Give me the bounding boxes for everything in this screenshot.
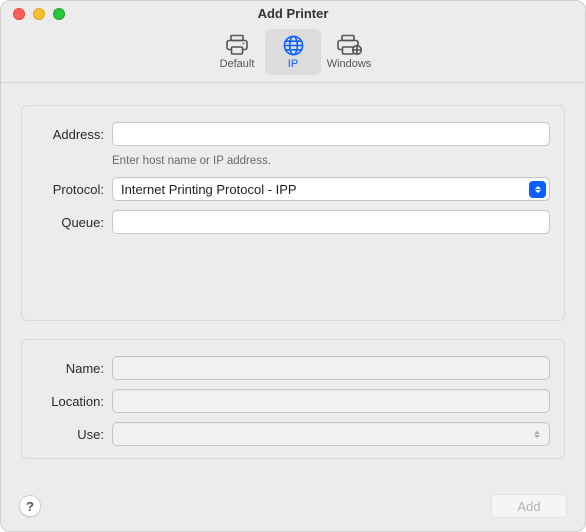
address-label: Address: <box>36 127 112 142</box>
add-button: Add <box>491 494 567 518</box>
name-input <box>112 356 550 380</box>
tab-label-default: Default <box>220 58 255 70</box>
footer: ? Add <box>1 481 585 531</box>
add-printer-window: Add Printer Default <box>0 0 586 532</box>
tab-label-windows: Windows <box>327 58 372 70</box>
add-button-label: Add <box>517 499 540 514</box>
use-select <box>112 422 550 446</box>
protocol-select[interactable]: Internet Printing Protocol - IPP <box>112 177 550 201</box>
connection-panel: Address: Enter host name or IP address. … <box>21 105 565 321</box>
name-label: Name: <box>36 361 112 376</box>
toolbar: Default IP <box>1 27 585 83</box>
window-title: Add Printer <box>1 6 585 21</box>
titlebar: Add Printer <box>1 1 585 27</box>
address-input[interactable] <box>112 122 550 146</box>
chevron-up-down-icon <box>529 181 546 198</box>
tab-ip[interactable]: IP <box>265 29 321 75</box>
protocol-selected-value: Internet Printing Protocol - IPP <box>121 182 297 197</box>
content-area: Address: Enter host name or IP address. … <box>1 83 585 459</box>
protocol-label: Protocol: <box>36 182 112 197</box>
globe-icon <box>282 32 305 58</box>
location-input <box>112 389 550 413</box>
printer-windows-icon <box>336 32 362 58</box>
queue-label: Queue: <box>36 215 112 230</box>
location-label: Location: <box>36 394 112 409</box>
details-panel: Name: Location: Use: <box>21 339 565 459</box>
use-label: Use: <box>36 427 112 442</box>
tab-label-ip: IP <box>288 58 298 70</box>
chevron-up-down-icon <box>531 427 543 442</box>
address-hint: Enter host name or IP address. <box>112 155 271 167</box>
help-button[interactable]: ? <box>19 495 41 517</box>
tab-segmented-control: Default IP <box>209 29 377 75</box>
help-icon: ? <box>26 499 34 514</box>
printer-icon <box>225 32 249 58</box>
tab-default[interactable]: Default <box>209 29 265 75</box>
queue-input[interactable] <box>112 210 550 234</box>
tab-windows[interactable]: Windows <box>321 29 377 75</box>
